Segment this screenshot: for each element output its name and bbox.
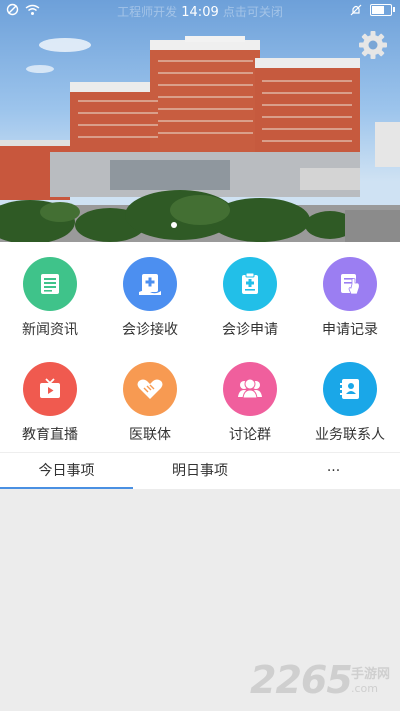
handshake-icon xyxy=(123,362,177,416)
grid-item-label: 教育直播 xyxy=(22,427,78,443)
status-center: 工程师开发 14:09 点击可关闭 xyxy=(0,3,400,20)
site-watermark: 2265 手游网 .com xyxy=(250,658,400,706)
grid-item-edu-live[interactable]: 教育直播 xyxy=(0,347,100,452)
grid-item-label: 讨论群 xyxy=(229,427,271,443)
grid-item-medical-alliance[interactable]: 医联体 xyxy=(100,347,200,452)
grid-item-consult-apply[interactable]: 会诊申请 xyxy=(200,242,300,347)
watermark-cn: 手游网 xyxy=(351,667,391,682)
grid-item-discussion-group[interactable]: 讨论群 xyxy=(200,347,300,452)
hospital-banner[interactable] xyxy=(0,0,400,242)
grid-item-consult-receive[interactable]: 会诊接收 xyxy=(100,242,200,347)
developer-overlay-text-close: 点击可关闭 xyxy=(222,5,283,19)
watermark-domain: .com xyxy=(351,682,378,695)
schedule-tabs: 今日事项 明日事项 ··· xyxy=(0,452,400,490)
grid-item-label: 医联体 xyxy=(129,427,171,443)
grid-item-label: 会诊接收 xyxy=(122,322,178,338)
grid-item-label: 业务联系人 xyxy=(315,427,385,443)
watermark-number: 2265 xyxy=(250,658,353,702)
consult-apply-icon xyxy=(223,257,277,311)
status-bar: 工程师开发 14:09 点击可关闭 xyxy=(0,0,400,22)
tv-live-icon xyxy=(23,362,77,416)
tab-tomorrow[interactable]: 明日事项 xyxy=(133,453,267,490)
grid-item-apply-record[interactable]: 申请记录 xyxy=(300,242,400,347)
contact-book-icon xyxy=(323,362,377,416)
hospital-photo xyxy=(0,36,400,242)
grid-item-news[interactable]: 新闻资讯 xyxy=(0,242,100,347)
grid-item-label: 新闻资讯 xyxy=(22,322,78,338)
carousel-indicator-dot[interactable] xyxy=(171,222,177,228)
developer-overlay-text: 工程师开发 xyxy=(117,5,178,19)
group-icon xyxy=(223,362,277,416)
battery-icon xyxy=(370,4,395,16)
grid-item-business-contacts[interactable]: 业务联系人 xyxy=(300,347,400,452)
tab-today[interactable]: 今日事项 xyxy=(0,453,133,490)
mute-bell-icon xyxy=(350,4,362,16)
news-icon xyxy=(23,257,77,311)
clock: 14:09 xyxy=(181,5,219,20)
grid-item-label: 申请记录 xyxy=(322,322,378,338)
consult-receive-icon xyxy=(123,257,177,311)
function-grid: 新闻资讯 会诊接收 会诊申请 申请记录 教育直播 医联体 讨论群 业务联系人 xyxy=(0,242,400,452)
settings-gear-icon[interactable] xyxy=(358,30,388,60)
apply-record-icon xyxy=(323,257,377,311)
grid-item-label: 会诊申请 xyxy=(222,322,278,338)
tab-more[interactable]: ··· xyxy=(267,453,400,490)
